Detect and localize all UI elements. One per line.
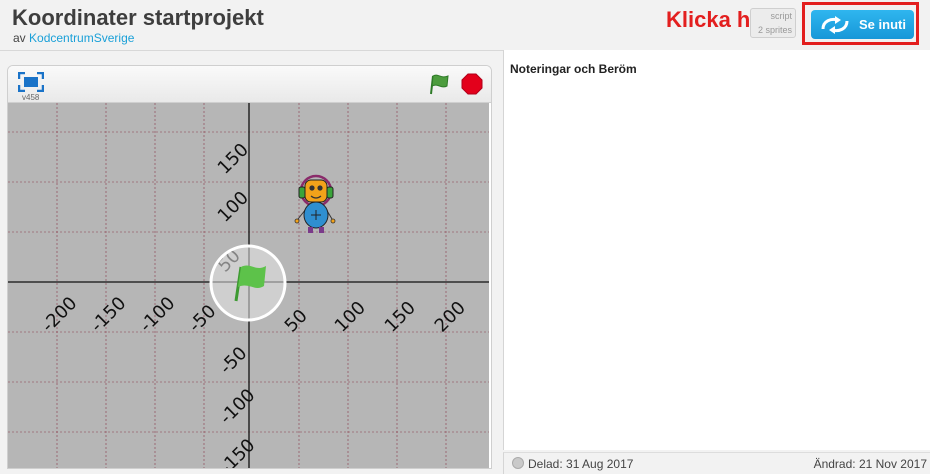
byline: av KodcentrumSverige	[13, 31, 134, 45]
modified-date: Ändrad: 21 Nov 2017	[813, 457, 927, 471]
sprites-count: 2 sprites	[757, 25, 792, 35]
shared-date: Delad: 31 Aug 2017	[512, 457, 633, 471]
project-dates: Delad: 31 Aug 2017 Ändrad: 21 Nov 2017	[503, 452, 930, 474]
swap-arrows-icon	[821, 16, 849, 34]
green-flag-icon[interactable]	[429, 73, 451, 95]
author-link[interactable]: KodcentrumSverige	[29, 31, 134, 45]
fullscreen-icon[interactable]	[18, 72, 44, 92]
see-inside-button[interactable]: Se inuti	[811, 10, 914, 39]
project-player: v458 -200 -150 -100 -50 50 100 150 200 1…	[7, 65, 492, 469]
project-header: Koordinater startprojekt av KodcentrumSv…	[0, 0, 930, 51]
project-stats: script 2 sprites	[750, 8, 796, 38]
stop-icon[interactable]	[461, 73, 483, 95]
project-title: Koordinater startprojekt	[12, 5, 264, 30]
version-label: v458	[22, 93, 40, 102]
scripts-count: script	[770, 11, 792, 21]
by-prefix: av	[13, 31, 26, 45]
player-controls: v458	[8, 66, 491, 103]
shared-text: Delad: 31 Aug 2017	[528, 457, 634, 471]
share-icon	[512, 457, 524, 469]
stage[interactable]: -200 -150 -100 -50 50 100 150 200 150 10…	[8, 103, 489, 468]
see-inside-label: Se inuti	[859, 17, 906, 32]
notes-title: Noteringar och Beröm	[510, 62, 637, 76]
highlight-frame: Se inuti	[802, 2, 919, 45]
green-flag-overlay[interactable]	[209, 244, 287, 322]
notes-panel: Noteringar och Beröm	[503, 50, 930, 450]
